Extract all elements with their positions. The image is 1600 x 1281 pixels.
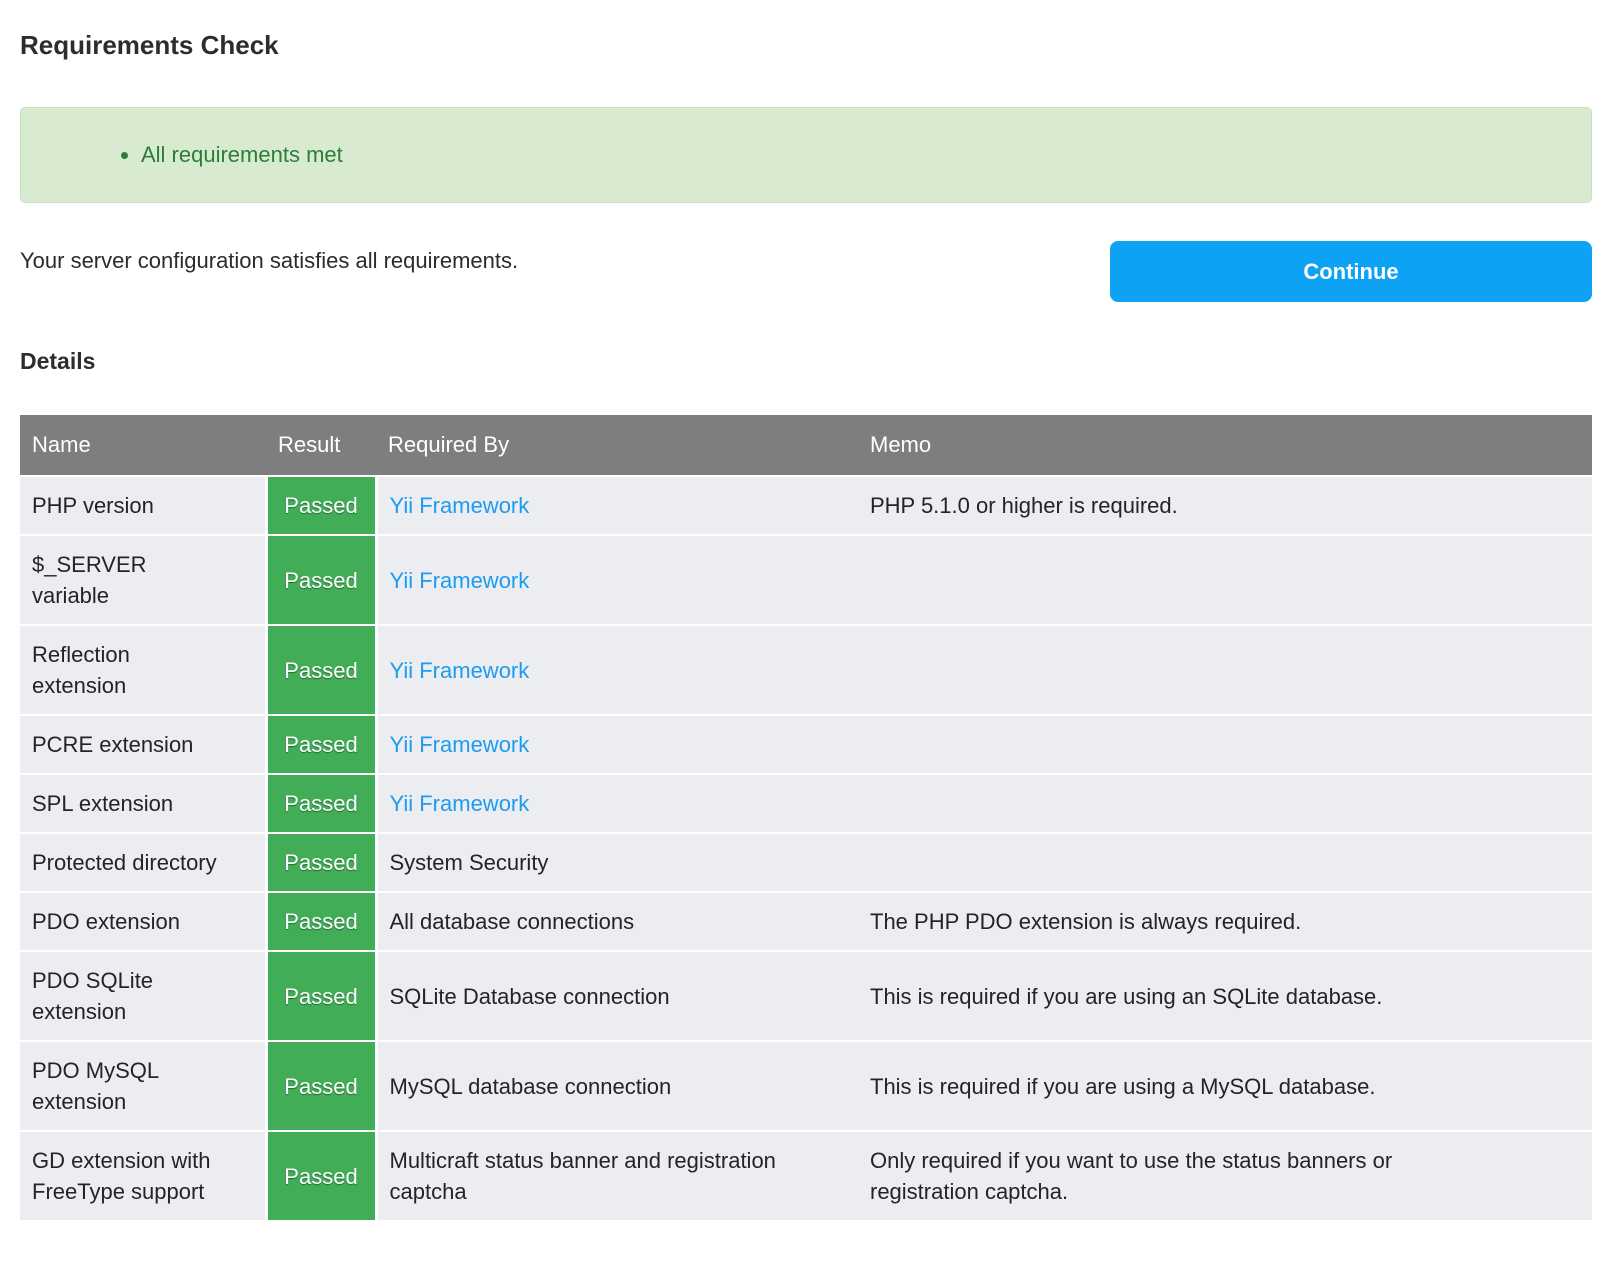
table-header-row: Name Result Required By Memo	[20, 415, 1592, 476]
memo-cell: PHP 5.1.0 or higher is required.	[858, 476, 1592, 535]
column-header-result: Result	[266, 415, 376, 476]
name-cell: Reflection extension	[20, 625, 266, 715]
memo-cell: This is required if you are using a MySQ…	[858, 1041, 1592, 1131]
table-row: PCRE extension Passed Yii Framework	[20, 715, 1592, 774]
required-by-text: Multicraft status banner and registratio…	[390, 1148, 776, 1204]
required-by-text: System Security	[390, 850, 549, 875]
table-row: PDO extension Passed All database connec…	[20, 892, 1592, 951]
result-badge: Passed	[266, 892, 376, 951]
memo-cell: This is required if you are using an SQL…	[858, 951, 1592, 1041]
continue-button[interactable]: Continue	[1110, 241, 1592, 302]
table-row: Protected directory Passed System Securi…	[20, 833, 1592, 892]
required-by-text: All database connections	[390, 909, 635, 934]
required-by-cell: Yii Framework	[376, 535, 858, 625]
alert-list: All requirements met	[41, 140, 1571, 170]
memo-cell: The PHP PDO extension is always required…	[858, 892, 1592, 951]
name-cell: PHP version	[20, 476, 266, 535]
required-by-cell: SQLite Database connection	[376, 951, 858, 1041]
table-row: SPL extension Passed Yii Framework	[20, 774, 1592, 833]
memo-cell	[858, 535, 1592, 625]
table-row: Reflection extension Passed Yii Framewor…	[20, 625, 1592, 715]
table-row: $_SERVER variable Passed Yii Framework	[20, 535, 1592, 625]
name-cell: PCRE extension	[20, 715, 266, 774]
required-by-cell: Yii Framework	[376, 774, 858, 833]
required-by-link[interactable]: Yii Framework	[390, 658, 530, 683]
details-title: Details	[20, 348, 1592, 375]
name-cell: PDO MySQL extension	[20, 1041, 266, 1131]
result-badge: Passed	[266, 951, 376, 1041]
result-badge: Passed	[266, 476, 376, 535]
required-by-cell: Yii Framework	[376, 715, 858, 774]
result-badge: Passed	[266, 1131, 376, 1220]
memo-cell	[858, 625, 1592, 715]
required-by-cell: MySQL database connection	[376, 1041, 858, 1131]
required-by-link[interactable]: Yii Framework	[390, 568, 530, 593]
required-by-link[interactable]: Yii Framework	[390, 493, 530, 518]
result-badge: Passed	[266, 625, 376, 715]
name-cell: GD extension with FreeType support	[20, 1131, 266, 1220]
success-alert: All requirements met	[20, 107, 1592, 203]
memo-cell	[858, 715, 1592, 774]
name-cell: SPL extension	[20, 774, 266, 833]
required-by-text: MySQL database connection	[390, 1074, 672, 1099]
table-row: PHP version Passed Yii Framework PHP 5.1…	[20, 476, 1592, 535]
memo-cell: Only required if you want to use the sta…	[858, 1131, 1592, 1220]
required-by-link[interactable]: Yii Framework	[390, 732, 530, 757]
result-badge: Passed	[266, 774, 376, 833]
summary-row: Your server configuration satisfies all …	[20, 241, 1592, 302]
required-by-cell: Yii Framework	[376, 476, 858, 535]
required-by-text: SQLite Database connection	[390, 984, 670, 1009]
summary-text: Your server configuration satisfies all …	[20, 247, 1110, 275]
name-cell: PDO extension	[20, 892, 266, 951]
requirements-table: Name Result Required By Memo PHP version…	[20, 415, 1592, 1220]
table-row: GD extension with FreeType support Passe…	[20, 1131, 1592, 1220]
required-by-cell: Multicraft status banner and registratio…	[376, 1131, 858, 1220]
memo-cell	[858, 833, 1592, 892]
column-header-name: Name	[20, 415, 266, 476]
result-badge: Passed	[266, 1041, 376, 1131]
name-cell: PDO SQLite extension	[20, 951, 266, 1041]
required-by-cell: All database connections	[376, 892, 858, 951]
column-header-required-by: Required By	[376, 415, 858, 476]
result-badge: Passed	[266, 715, 376, 774]
name-cell: Protected directory	[20, 833, 266, 892]
memo-cell	[858, 774, 1592, 833]
required-by-link[interactable]: Yii Framework	[390, 791, 530, 816]
required-by-cell: System Security	[376, 833, 858, 892]
column-header-memo: Memo	[858, 415, 1592, 476]
name-cell: $_SERVER variable	[20, 535, 266, 625]
table-row: PDO SQLite extension Passed SQLite Datab…	[20, 951, 1592, 1041]
result-badge: Passed	[266, 535, 376, 625]
requirements-page: Requirements Check All requirements met …	[0, 30, 1600, 1220]
result-badge: Passed	[266, 833, 376, 892]
page-title: Requirements Check	[20, 30, 1592, 61]
required-by-cell: Yii Framework	[376, 625, 858, 715]
alert-item: All requirements met	[141, 140, 1571, 170]
table-row: PDO MySQL extension Passed MySQL databas…	[20, 1041, 1592, 1131]
